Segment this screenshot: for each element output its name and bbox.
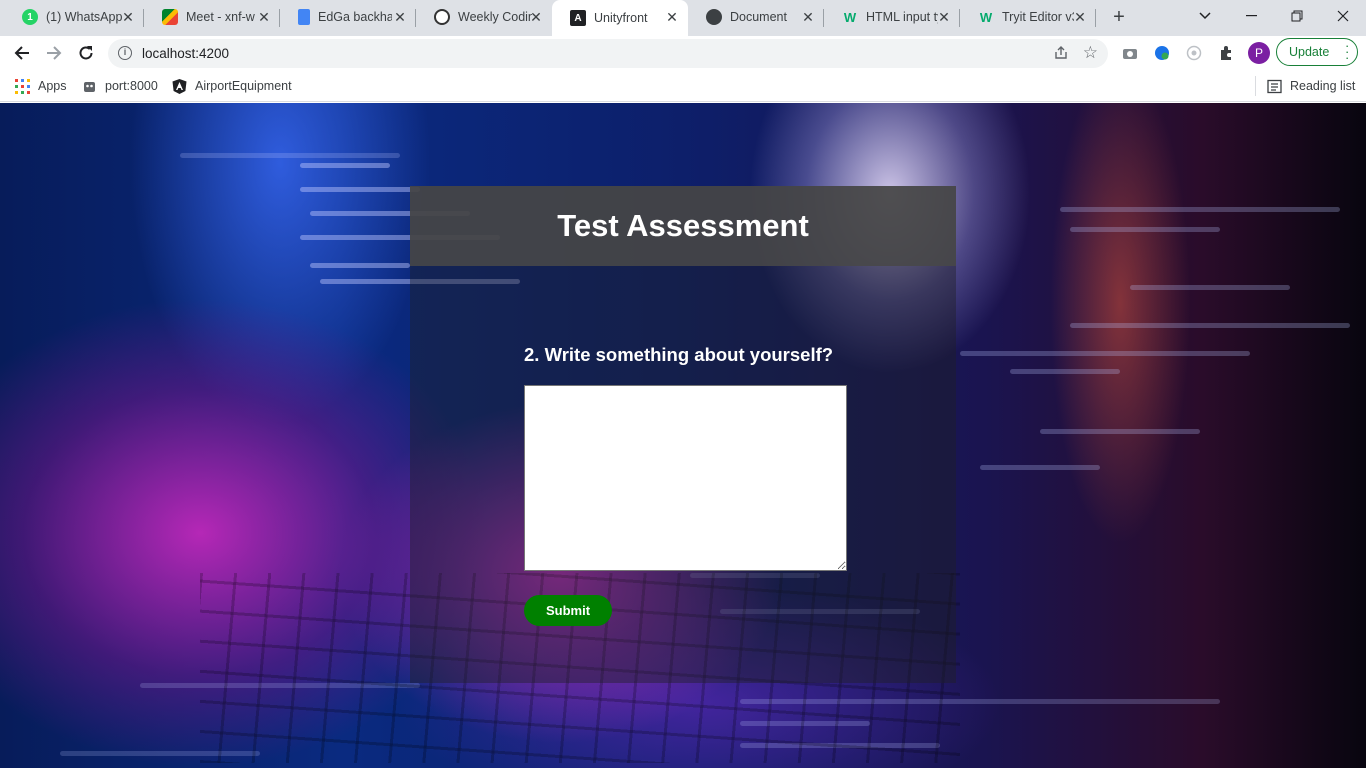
- bookmark-label: AirportEquipment: [195, 79, 292, 93]
- close-icon[interactable]: ✕: [1072, 9, 1088, 25]
- close-icon[interactable]: ✕: [256, 9, 272, 25]
- arrow-right-icon: [47, 46, 62, 60]
- address-bar[interactable]: i localhost:4200 ☆: [108, 39, 1108, 68]
- extension-icon[interactable]: [1185, 44, 1203, 62]
- address-url[interactable]: localhost:4200: [142, 46, 229, 61]
- tab-title: Unityfront: [594, 11, 648, 25]
- close-window-button[interactable]: [1320, 0, 1366, 32]
- assessment-card: Test Assessment 2. Write something about…: [410, 186, 956, 683]
- tab-title: Tryit Editor v3: [1002, 10, 1074, 24]
- minimize-button[interactable]: [1228, 0, 1274, 32]
- new-tab-button[interactable]: +: [1108, 6, 1130, 28]
- close-icon[interactable]: ✕: [664, 9, 680, 25]
- tab-document[interactable]: Document ✕: [688, 0, 824, 34]
- bookmark-label: Apps: [38, 79, 67, 93]
- minimize-icon: [1245, 15, 1257, 17]
- submit-button[interactable]: Submit: [524, 595, 612, 626]
- tab-search-button[interactable]: [1182, 0, 1228, 32]
- tab-meet[interactable]: Meet - xnf-w ✕: [144, 0, 280, 34]
- tab-weekly-coding[interactable]: Weekly Codin ✕: [416, 0, 552, 34]
- close-icon[interactable]: ✕: [936, 9, 952, 25]
- restore-icon: [1291, 10, 1303, 22]
- chevron-down-icon: [1199, 12, 1211, 20]
- page-viewport: Test Assessment 2. Write something about…: [0, 103, 1366, 768]
- tab-docs[interactable]: EdGa backha ✕: [280, 0, 416, 34]
- w3schools-icon: W: [843, 9, 857, 25]
- tab-title: Document: [730, 10, 787, 24]
- angular-icon: A: [570, 10, 586, 26]
- close-icon[interactable]: ✕: [800, 9, 816, 25]
- share-icon[interactable]: [1054, 46, 1068, 60]
- site-info-icon[interactable]: i: [118, 46, 132, 60]
- reading-list-icon: [1267, 79, 1282, 93]
- apps-grid-icon: [15, 78, 30, 94]
- google-meet-icon: [162, 9, 178, 25]
- question-label: 2. Write something about yourself?: [524, 344, 834, 365]
- whatsapp-icon: 1: [22, 9, 38, 25]
- tab-title: HTML input ty: [866, 10, 938, 24]
- bookmark-airport-equipment[interactable]: AirportEquipment: [172, 77, 292, 95]
- google-docs-icon: [298, 9, 310, 25]
- tab-strip: 1 (1) WhatsApp ✕ Meet - xnf-w ✕ EdGa bac…: [0, 0, 1366, 36]
- puzzle-extensions-icon[interactable]: [1217, 44, 1235, 62]
- bookmark-label: port:8000: [105, 79, 158, 93]
- tab-html-input[interactable]: W HTML input ty ✕: [824, 0, 960, 34]
- restore-button[interactable]: [1274, 0, 1320, 32]
- tab-unityfront[interactable]: A Unityfront ✕: [552, 0, 688, 36]
- bookmark-apps[interactable]: Apps: [15, 77, 67, 95]
- tab-title: Meet - xnf-w: [186, 10, 255, 24]
- card-header: Test Assessment: [410, 186, 956, 266]
- reading-list-label: Reading list: [1290, 79, 1356, 93]
- close-icon: [1337, 10, 1349, 22]
- bookmarks-bar: Apps port:8000 AirportEquipment Reading …: [0, 71, 1366, 102]
- page-title: Test Assessment: [557, 208, 809, 243]
- update-button[interactable]: Update · · ·: [1276, 38, 1358, 66]
- globe-icon: [706, 9, 722, 25]
- tab-title: Weekly Codin: [458, 10, 532, 24]
- forward-button[interactable]: [40, 39, 68, 67]
- angular-icon: [172, 78, 187, 94]
- tab-divider: [1095, 9, 1096, 27]
- bookmarks-divider: [1255, 76, 1256, 96]
- w3schools-icon: W: [979, 9, 993, 25]
- vpn-extension-icon[interactable]: [1153, 44, 1171, 62]
- answer-textarea[interactable]: [524, 385, 847, 571]
- arrow-left-icon: [14, 46, 29, 60]
- tab-title: EdGa backha: [318, 10, 392, 24]
- robot-icon: [84, 81, 95, 92]
- tab-tryit-editor[interactable]: W Tryit Editor v3 ✕: [960, 0, 1096, 34]
- tab-whatsapp[interactable]: 1 (1) WhatsApp ✕: [4, 0, 144, 34]
- reload-button[interactable]: [72, 39, 100, 67]
- close-icon[interactable]: ✕: [392, 9, 408, 25]
- camera-extension-icon[interactable]: [1121, 44, 1139, 62]
- tab-title: (1) WhatsApp: [46, 10, 122, 24]
- browser-toolbar: i localhost:4200 ☆ P Update · · ·: [0, 36, 1366, 71]
- more-menu-icon[interactable]: · · ·: [1345, 39, 1349, 64]
- back-button[interactable]: [8, 39, 36, 67]
- update-label: Update: [1289, 45, 1330, 59]
- profile-avatar[interactable]: P: [1248, 42, 1270, 64]
- reload-icon: [79, 46, 93, 60]
- close-icon[interactable]: ✕: [120, 9, 136, 25]
- bookmark-port-8000[interactable]: port:8000: [82, 77, 158, 95]
- bookmark-star-icon[interactable]: ☆: [1083, 43, 1098, 63]
- close-icon[interactable]: ✕: [528, 9, 544, 25]
- codechef-icon: [434, 9, 450, 25]
- reading-list-button[interactable]: Reading list: [1267, 77, 1355, 95]
